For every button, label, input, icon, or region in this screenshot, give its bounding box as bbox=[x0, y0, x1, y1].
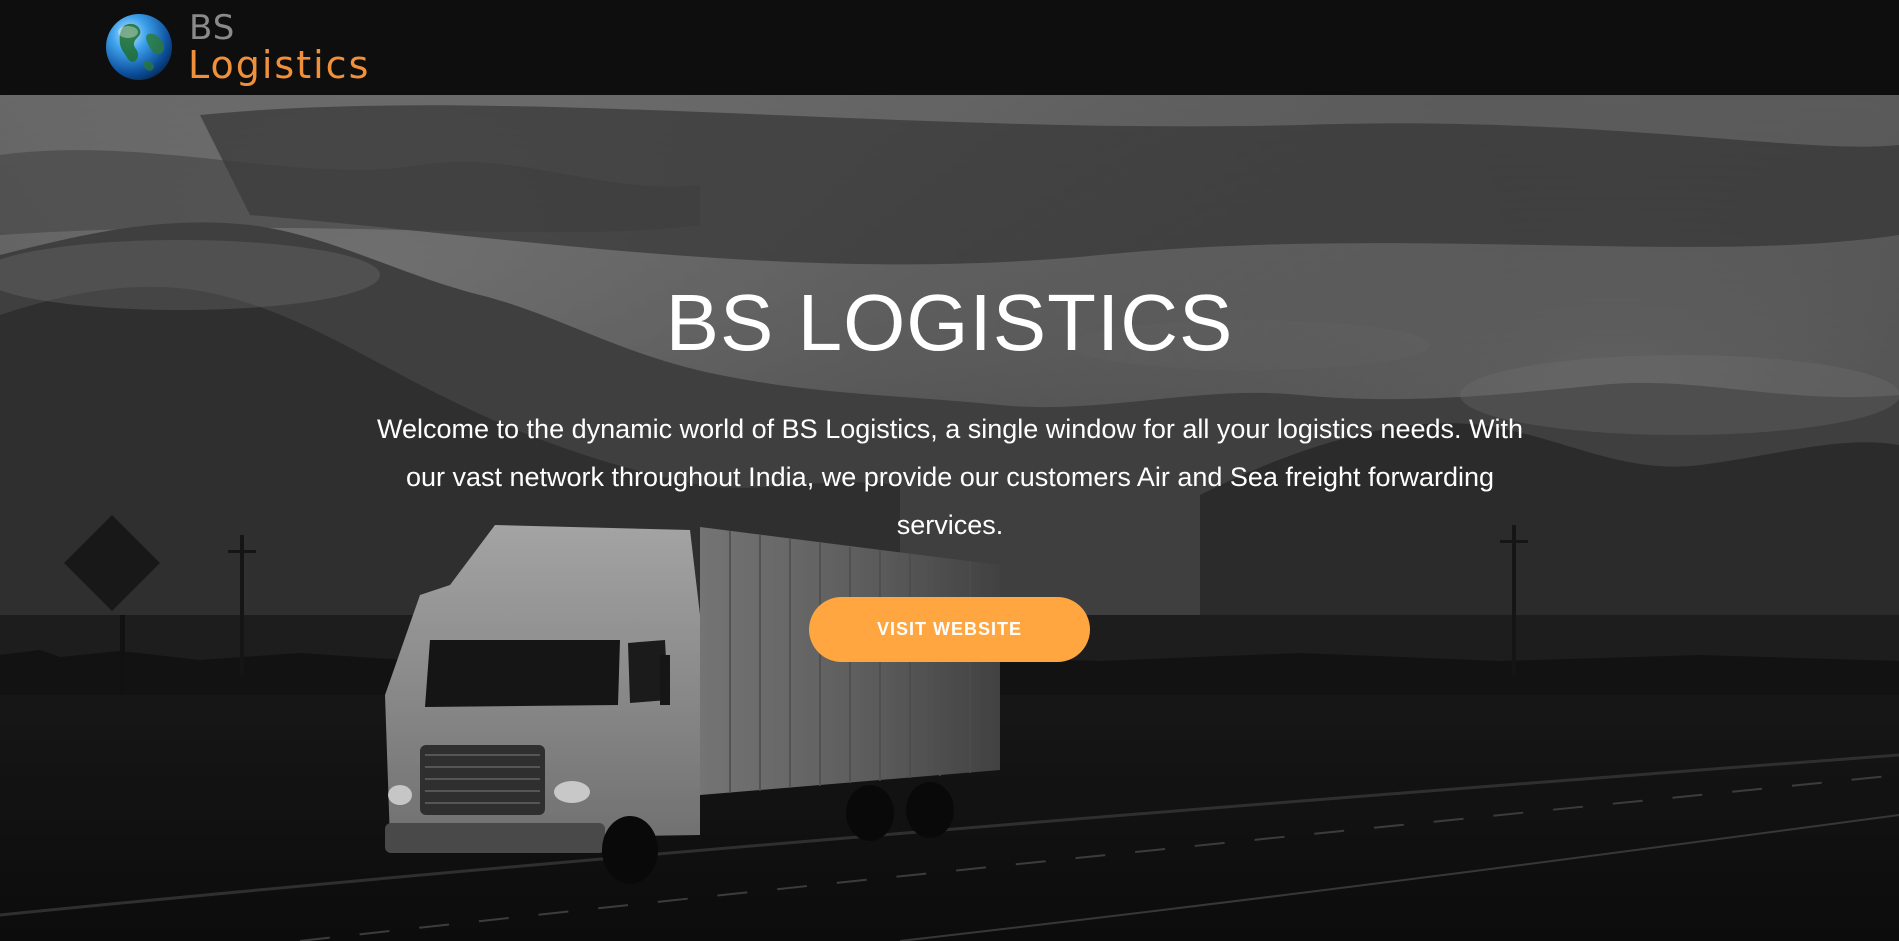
page: BS Logistics BS LOGISTICS Welcome to the… bbox=[0, 0, 1899, 941]
logo-text-logistics: Logistics bbox=[188, 43, 371, 87]
logo-link[interactable]: BS Logistics bbox=[104, 8, 410, 87]
globe-icon bbox=[106, 14, 172, 80]
hero-title: BS LOGISTICS bbox=[665, 278, 1234, 367]
visit-website-button[interactable]: VISIT WEBSITE bbox=[809, 597, 1090, 662]
site-header: BS Logistics bbox=[0, 0, 1899, 95]
hero-description: Welcome to the dynamic world of BS Logis… bbox=[377, 414, 1523, 540]
logo-text-bs: BS bbox=[189, 8, 236, 48]
hero-section: BS LOGISTICS Welcome to the dynamic worl… bbox=[0, 95, 1899, 941]
